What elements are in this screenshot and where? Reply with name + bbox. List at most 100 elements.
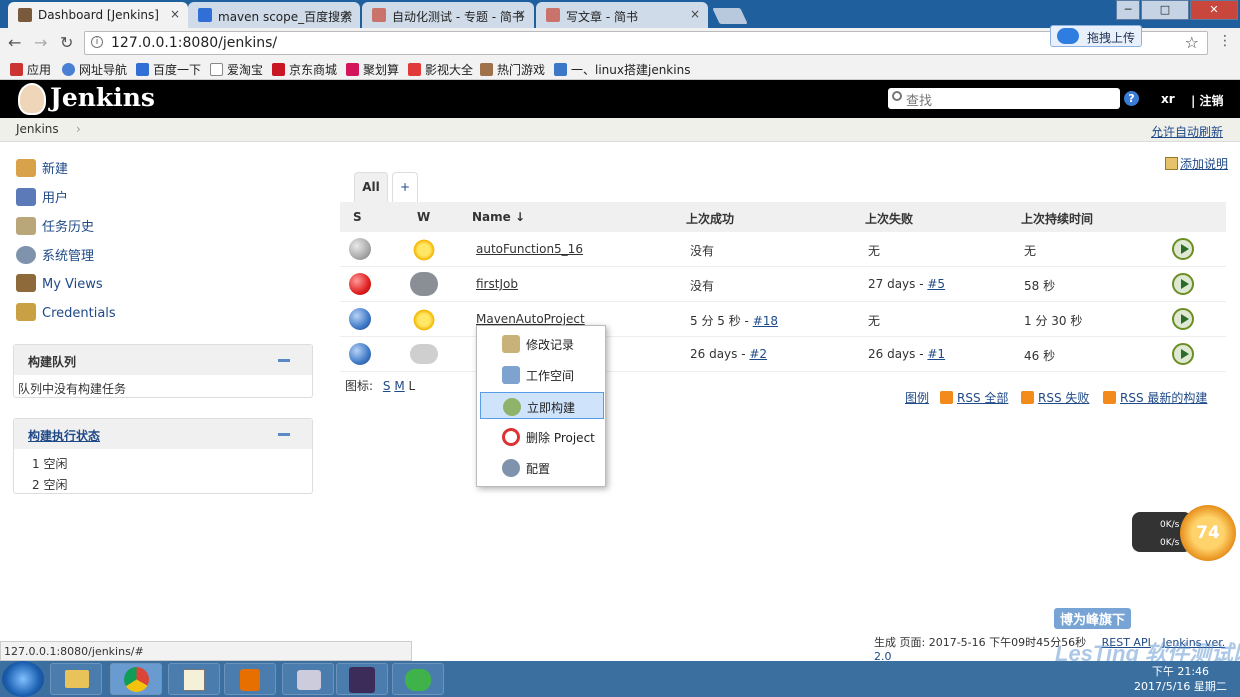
job-link[interactable]: firstJob	[476, 277, 518, 291]
explorer-taskbar-icon[interactable]	[50, 663, 102, 695]
menu-item-workspace[interactable]: 工作空间	[480, 361, 604, 388]
add-view-tab[interactable]: +	[392, 172, 418, 202]
collapse-icon[interactable]	[278, 359, 290, 362]
status-ball-icon[interactable]	[349, 273, 371, 295]
legend-link[interactable]: 图例	[905, 389, 929, 406]
sidebar-item-build-history[interactable]: 任务历史	[16, 216, 94, 235]
jenkins-logo[interactable]: Jenkins	[50, 83, 155, 112]
col-last-duration[interactable]: 上次持续时间	[1021, 210, 1093, 227]
col-last-success[interactable]: 上次成功	[686, 210, 734, 227]
tab-maven-scope[interactable]: maven scope_百度搜索 ×	[188, 2, 360, 28]
schedule-build-icon[interactable]	[1172, 238, 1194, 260]
tab-jenkins-dashboard[interactable]: Dashboard [Jenkins] ×	[8, 2, 188, 28]
add-description-link[interactable]: 添加说明	[1165, 155, 1228, 172]
status-ball-icon[interactable]	[349, 308, 371, 330]
java-taskbar-icon[interactable]	[224, 663, 276, 695]
schedule-build-icon[interactable]	[1172, 343, 1194, 365]
schedule-build-icon[interactable]	[1172, 273, 1194, 295]
icon-size-selector: 图标: S M L	[345, 379, 416, 393]
menu-item-configure[interactable]: 配置	[480, 454, 604, 481]
back-icon[interactable]: ←	[8, 33, 21, 52]
user-link[interactable]: xr	[1161, 92, 1175, 106]
close-tab-icon[interactable]: ×	[170, 7, 180, 21]
reload-icon[interactable]: ↻	[60, 33, 73, 52]
collapse-icon[interactable]	[278, 433, 290, 436]
bookmark-baidu[interactable]: 百度一下	[136, 61, 201, 78]
help-icon[interactable]: ?	[1124, 91, 1139, 106]
sunny-weather-icon[interactable]	[412, 238, 436, 262]
close-tab-icon[interactable]: ×	[516, 7, 526, 21]
col-status[interactable]: S	[353, 210, 362, 224]
sidebar-item-new[interactable]: 新建	[16, 158, 68, 177]
baidu-upload-button[interactable]: 拖拽上传	[1050, 25, 1142, 47]
network-tool-taskbar-icon[interactable]	[282, 663, 334, 695]
rss-all-link[interactable]: RSS 全部	[940, 389, 1008, 406]
bookmark-url-nav[interactable]: 网址导航	[62, 61, 127, 78]
close-tab-icon[interactable]: ×	[342, 7, 352, 21]
close-window-button[interactable]: ✕	[1190, 0, 1238, 20]
bookmark-linux-jenkins[interactable]: 一、linux搭建jenkins	[554, 61, 690, 78]
status-ball-icon[interactable]	[349, 238, 371, 260]
bookmark-jd[interactable]: 京东商城	[272, 61, 337, 78]
col-last-failure[interactable]: 上次失败	[865, 210, 913, 227]
sidebar-item-credentials[interactable]: Credentials	[16, 303, 116, 321]
icon-size-large[interactable]: L	[409, 379, 416, 393]
close-tab-icon[interactable]: ×	[690, 7, 700, 21]
logout-link[interactable]: | 注销	[1191, 92, 1224, 109]
icon-size-medium[interactable]: M	[394, 379, 404, 393]
bookmark-juhuasuan[interactable]: 聚划算	[346, 61, 399, 78]
menu-item-build-now[interactable]: 立即构建	[480, 392, 604, 419]
user-icon	[16, 274, 36, 292]
tab-all[interactable]: All	[354, 172, 388, 202]
build-link[interactable]: #5	[927, 277, 945, 291]
forward-icon[interactable]: →	[34, 33, 47, 52]
wechat-taskbar-icon[interactable]	[392, 663, 444, 695]
bookmark-apps[interactable]: 应用	[10, 61, 51, 78]
job-link[interactable]: autoFunction5_16	[476, 242, 583, 256]
storm-weather-icon[interactable]	[410, 272, 438, 296]
info-icon[interactable]: i	[91, 36, 103, 48]
col-weather[interactable]: W	[417, 210, 430, 224]
no-entry-icon	[502, 428, 520, 446]
bookmark-aitaobao[interactable]: 爱淘宝	[210, 61, 263, 78]
search-input[interactable]: 查找	[888, 88, 1120, 109]
eclipse-taskbar-icon[interactable]	[336, 663, 388, 695]
menu-item-delete-project[interactable]: 删除 Project	[480, 423, 604, 450]
url-input[interactable]: i 127.0.0.1:8080/jenkins/ ☆	[84, 31, 1208, 55]
minimize-button[interactable]: ─	[1116, 0, 1140, 20]
rss-latest-link[interactable]: RSS 最新的构建	[1103, 389, 1207, 406]
breadcrumb-jenkins[interactable]: Jenkins	[16, 122, 59, 136]
chart-app-taskbar-icon[interactable]	[168, 663, 220, 695]
system-clock[interactable]: 下午 21:46 2017/5/16 星期二	[1134, 664, 1227, 694]
sidebar-item-my-views[interactable]: My Views	[16, 274, 103, 292]
chrome-taskbar-icon[interactable]	[110, 663, 162, 695]
bookmark-video[interactable]: 影视大全	[408, 61, 473, 78]
bookmark-star-icon[interactable]: ☆	[1185, 33, 1199, 52]
col-name[interactable]: Name ↓	[472, 210, 525, 224]
maximize-button[interactable]: □	[1141, 0, 1189, 20]
breadcrumb-arrow-icon[interactable]: ›	[76, 122, 81, 136]
tab-automation-testing[interactable]: 自动化测试 - 专题 - 简书 ×	[362, 2, 534, 28]
executor-status-title[interactable]: 构建执行状态	[14, 419, 312, 449]
sidebar-item-users[interactable]: 用户	[16, 187, 68, 206]
cloudy-weather-icon[interactable]	[410, 344, 438, 364]
build-link[interactable]: #2	[749, 347, 767, 361]
notepad-icon	[502, 335, 520, 353]
auto-refresh-link[interactable]: 允许自动刷新	[1151, 123, 1223, 140]
new-tab-button[interactable]	[712, 8, 748, 24]
job-link[interactable]: MavenAutoProject	[476, 312, 585, 326]
status-ball-icon[interactable]	[349, 343, 371, 365]
menu-item-changes[interactable]: 修改记录	[480, 330, 604, 357]
sidebar-item-manage[interactable]: 系统管理	[16, 245, 94, 264]
chrome-menu-icon[interactable]: ⋮	[1218, 33, 1232, 49]
build-link[interactable]: #1	[927, 347, 945, 361]
speed-ball-badge[interactable]: 74	[1180, 505, 1236, 561]
build-link[interactable]: #18	[753, 314, 778, 328]
tab-write-article[interactable]: 写文章 - 简书 ×	[536, 2, 708, 28]
sunny-weather-icon[interactable]	[412, 308, 436, 332]
start-button[interactable]	[2, 661, 44, 697]
rss-failed-link[interactable]: RSS 失败	[1021, 389, 1089, 406]
bookmark-games[interactable]: 热门游戏	[480, 61, 545, 78]
schedule-build-icon[interactable]	[1172, 308, 1194, 330]
icon-size-small[interactable]: S	[383, 379, 391, 393]
